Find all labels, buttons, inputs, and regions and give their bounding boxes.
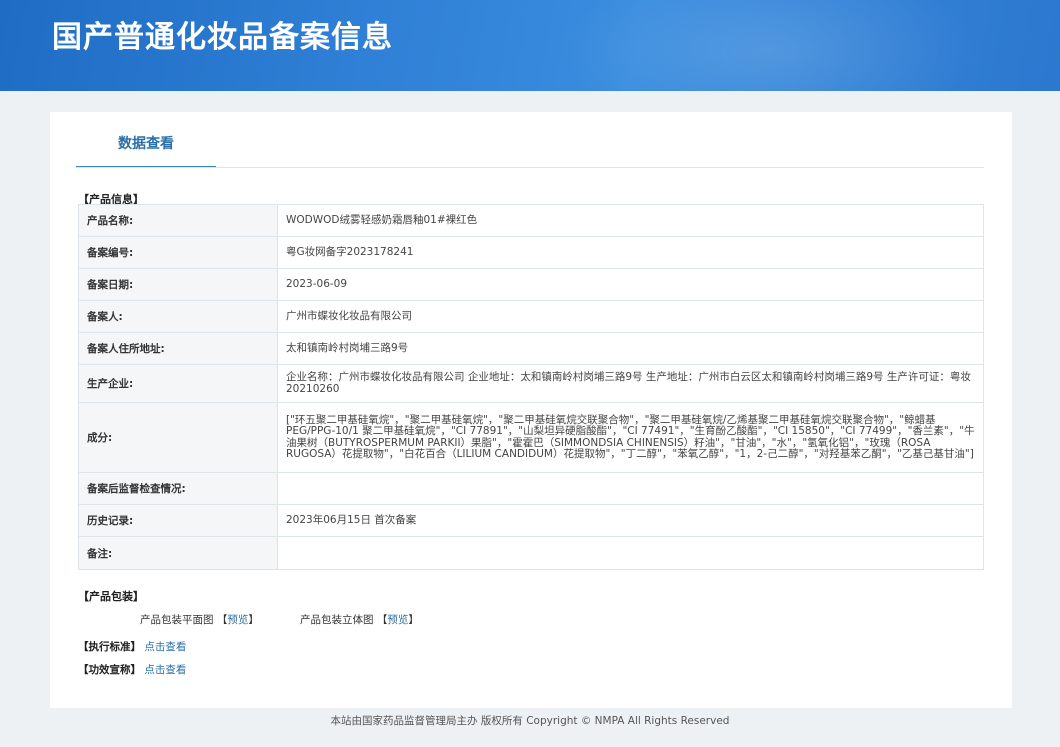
packaging-flat-label: 产品包装平面图: [140, 614, 214, 626]
row-value: 太和镇南岭村岗埔三路9号: [277, 332, 984, 365]
row-key: 备案人住所地址:: [78, 332, 278, 365]
bracket: 】: [408, 614, 419, 626]
efficacy-link[interactable]: 点击查看: [144, 664, 186, 676]
row-key: 备案日期:: [78, 268, 278, 301]
table-row: 成分: ["环五聚二甲基硅氧烷"，"聚二甲基硅氧烷"，"聚二甲基硅氧烷交联聚合物…: [78, 402, 984, 473]
efficacy-row: 【功效宣称】 点击查看: [78, 662, 186, 677]
row-value: 企业名称：广州市蝶妆化妆品有限公司 企业地址：太和镇南岭村岗埔三路9号 生产地址…: [277, 364, 984, 403]
table-row: 备注:: [78, 536, 984, 570]
row-value: 2023-06-09: [277, 268, 984, 301]
packaging-solid: 产品包装立体图 【预览】: [300, 612, 419, 627]
row-key: 历史记录:: [78, 504, 278, 537]
table-row: 备案后监督检查情况:: [78, 472, 984, 505]
footer-copyright: 本站由国家药品监督管理局主办 版权所有 Copyright © NMPA All…: [330, 715, 730, 727]
table-row: 备案人住所地址: 太和镇南岭村岗埔三路9号: [78, 332, 984, 365]
row-value: WODWOD绒雾轻感奶霜唇釉01#裸红色: [277, 204, 984, 237]
efficacy-label: 【功效宣称】: [78, 664, 141, 676]
row-key: 备案人:: [78, 300, 278, 333]
standard-label: 【执行标准】: [78, 641, 141, 653]
standard-link[interactable]: 点击查看: [144, 641, 186, 653]
product-info-table: 产品名称: WODWOD绒雾轻感奶霜唇釉01#裸红色 备案编号: 粤G妆网备字2…: [78, 204, 984, 570]
row-value: [277, 472, 984, 505]
tab-divider: [76, 167, 984, 168]
row-key: 生产企业:: [78, 364, 278, 403]
row-value: [277, 536, 984, 570]
table-row: 产品名称: WODWOD绒雾轻感奶霜唇釉01#裸红色: [78, 204, 984, 237]
packaging-solid-label: 产品包装立体图: [300, 614, 374, 626]
row-value: 粤G妆网备字2023178241: [277, 236, 984, 269]
row-key: 成分:: [78, 402, 278, 473]
table-row: 备案日期: 2023-06-09: [78, 268, 984, 301]
row-value: 2023年06月15日 首次备案: [277, 504, 984, 537]
tab-data-view[interactable]: 数据查看: [76, 130, 216, 168]
bracket: 【: [376, 614, 388, 626]
header-banner: 国产普通化妆品备案信息: [0, 0, 1060, 91]
table-row: 生产企业: 企业名称：广州市蝶妆化妆品有限公司 企业地址：太和镇南岭村岗埔三路9…: [78, 364, 984, 403]
table-row: 历史记录: 2023年06月15日 首次备案: [78, 504, 984, 537]
bracket: 】: [248, 614, 259, 626]
row-key: 备案编号:: [78, 236, 278, 269]
main-card: 数据查看 【产品信息】 产品名称: WODWOD绒雾轻感奶霜唇釉01#裸红色 备…: [50, 112, 1012, 708]
standard-row: 【执行标准】 点击查看: [78, 639, 186, 654]
packaging-flat: 产品包装平面图 【预览】: [140, 612, 259, 627]
row-value: ["环五聚二甲基硅氧烷"，"聚二甲基硅氧烷"，"聚二甲基硅氧烷交联聚合物"，"聚…: [277, 402, 984, 473]
bracket: 【: [216, 614, 228, 626]
row-key: 产品名称:: [78, 204, 278, 237]
table-row: 备案编号: 粤G妆网备字2023178241: [78, 236, 984, 269]
row-value: 广州市蝶妆化妆品有限公司: [277, 300, 984, 333]
row-key: 备注:: [78, 536, 278, 570]
preview-flat-link[interactable]: 预览: [227, 614, 248, 626]
table-row: 备案人: 广州市蝶妆化妆品有限公司: [78, 300, 984, 333]
row-key: 备案后监督检查情况:: [78, 472, 278, 505]
packaging-label: 【产品包装】: [78, 590, 144, 603]
preview-solid-link[interactable]: 预览: [387, 614, 408, 626]
page-title: 国产普通化妆品备案信息: [52, 20, 393, 55]
